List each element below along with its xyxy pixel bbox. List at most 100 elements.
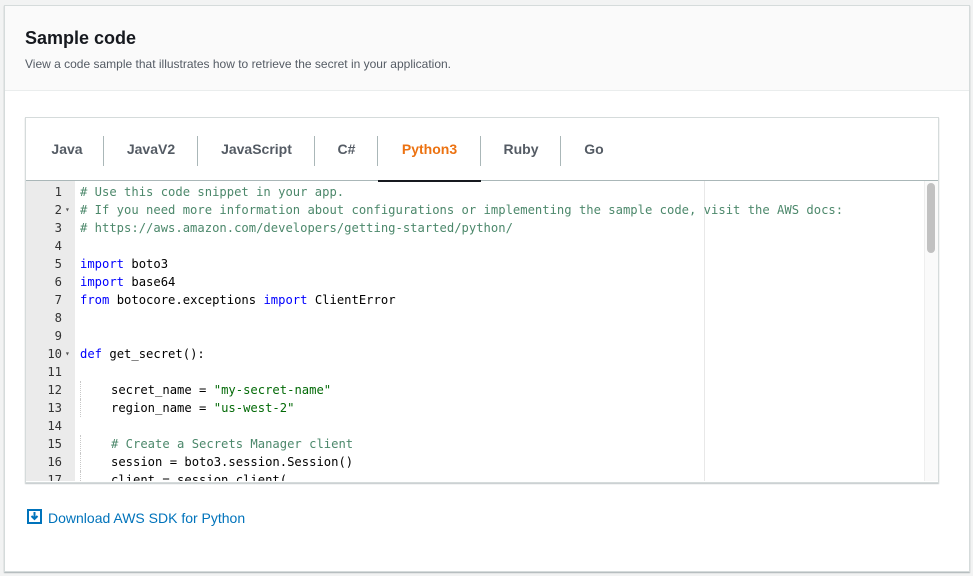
code-text: import boto3	[75, 255, 168, 273]
code-text: def get_secret():	[75, 345, 205, 363]
panel-title: Sample code	[25, 28, 137, 48]
code-line: 3 # https://aws.amazon.com/developers/get…	[26, 219, 938, 237]
keyword-token: import	[80, 257, 125, 271]
code-line: 8	[26, 309, 938, 327]
code-text: # If you need more information about con…	[75, 201, 843, 219]
code-token: client = session.client(	[111, 473, 288, 481]
code-line: 10 ▾ def get_secret():	[26, 345, 938, 363]
code-line: 4	[26, 237, 938, 255]
panel-description: View a code sample that illustrates how …	[25, 57, 451, 71]
tab-python3[interactable]: Python3	[378, 118, 481, 182]
tab-label: JavaScript	[221, 141, 292, 157]
code-line: 13 region_name = "us-west-2"	[26, 399, 938, 417]
tab-go[interactable]: Go	[561, 118, 627, 181]
code-token: botocore.exceptions	[109, 293, 264, 307]
language-tabs: Java JavaV2 JavaScript C# Python3 Ruby Go	[26, 118, 938, 182]
keyword-token: import	[80, 275, 125, 289]
code-token: secret_name =	[111, 383, 214, 397]
line-number: 10	[47, 347, 62, 361]
fold-toggle-icon[interactable]: ▾	[64, 345, 75, 363]
tab-javascript[interactable]: JavaScript	[198, 118, 315, 181]
download-sdk-link[interactable]: Download AWS SDK for Python	[27, 509, 245, 527]
code-token: get_secret():	[102, 347, 205, 361]
indent-guide	[80, 399, 111, 417]
comment-token: # If you need more information about con…	[80, 203, 844, 217]
code-text: region_name = "us-west-2"	[75, 399, 294, 417]
code-text: session = boto3.session.Session()	[75, 453, 353, 471]
vertical-scrollbar[interactable]	[924, 181, 938, 481]
code-line: 14	[26, 417, 938, 435]
comment-token: # Create a Secrets Manager client	[111, 437, 354, 451]
tab-label: Go	[584, 141, 604, 157]
indent-guide	[80, 453, 111, 471]
download-sdk-label: Download AWS SDK for Python	[48, 510, 246, 526]
line-number: 1	[54, 185, 62, 199]
line-number: 14	[47, 419, 62, 433]
tab-ruby[interactable]: Ruby	[481, 118, 561, 181]
code-token: ClientError	[307, 293, 396, 307]
comment-token: # https://aws.amazon.com/developers/gett…	[80, 221, 513, 235]
code-line: 5 import boto3	[26, 255, 938, 273]
code-line: 17 client = session.client(	[26, 471, 938, 481]
panel-header: Sample code View a code sample that illu…	[5, 6, 969, 91]
tab-csharp[interactable]: C#	[315, 118, 378, 181]
string-token: "us-west-2"	[213, 401, 295, 415]
code-token: region_name =	[111, 401, 214, 415]
code-line: 16 session = boto3.session.Session()	[26, 453, 938, 471]
line-number: 7	[54, 293, 62, 307]
line-number: 13	[47, 401, 62, 415]
tab-javav2[interactable]: JavaV2	[104, 118, 198, 181]
indent-guide	[80, 435, 111, 453]
code-lines: 1 # Use this code snippet in your app. 2 ▾ #…	[26, 183, 938, 481]
line-number: 11	[47, 365, 62, 379]
code-line: 1 # Use this code snippet in your app.	[26, 183, 938, 201]
code-token: boto3	[124, 257, 169, 271]
code-text: from botocore.exceptions import ClientEr…	[75, 291, 396, 309]
code-line: 12 secret_name = "my-secret-name"	[26, 381, 938, 399]
code-text: client = session.client(	[75, 471, 287, 481]
line-number: 12	[47, 383, 62, 397]
code-token: session = boto3.session.Session()	[111, 455, 354, 469]
code-line: 9	[26, 327, 938, 345]
tab-java[interactable]: Java	[30, 118, 104, 181]
line-number: 5	[54, 257, 62, 271]
line-number: 9	[54, 329, 62, 343]
line-number: 4	[54, 239, 62, 253]
tab-label: JavaV2	[126, 141, 176, 157]
string-token: "my-secret-name"	[213, 383, 332, 397]
indent-guide	[80, 381, 111, 399]
comment-token: # Use this code snippet in your app.	[80, 185, 345, 199]
code-token: base64	[124, 275, 176, 289]
code-editor[interactable]: 1 # Use this code snippet in your app. 2 ▾ #…	[26, 181, 938, 481]
code-line: 6 import base64	[26, 273, 938, 291]
tab-label: Java	[51, 141, 83, 157]
line-number: 6	[54, 275, 62, 289]
code-sample-box: Java JavaV2 JavaScript C# Python3 Ruby Go 1 # U…	[25, 117, 939, 483]
keyword-token: import	[263, 293, 308, 307]
line-number: 17	[47, 473, 62, 481]
code-text: # Use this code snippet in your app.	[75, 183, 344, 201]
line-number: 16	[47, 455, 62, 469]
code-line: 15 # Create a Secrets Manager client	[26, 435, 938, 453]
code-text: import base64	[75, 273, 175, 291]
fold-toggle-icon[interactable]: ▾	[64, 201, 75, 219]
scrollbar-thumb[interactable]	[927, 183, 935, 253]
download-icon	[27, 509, 48, 527]
